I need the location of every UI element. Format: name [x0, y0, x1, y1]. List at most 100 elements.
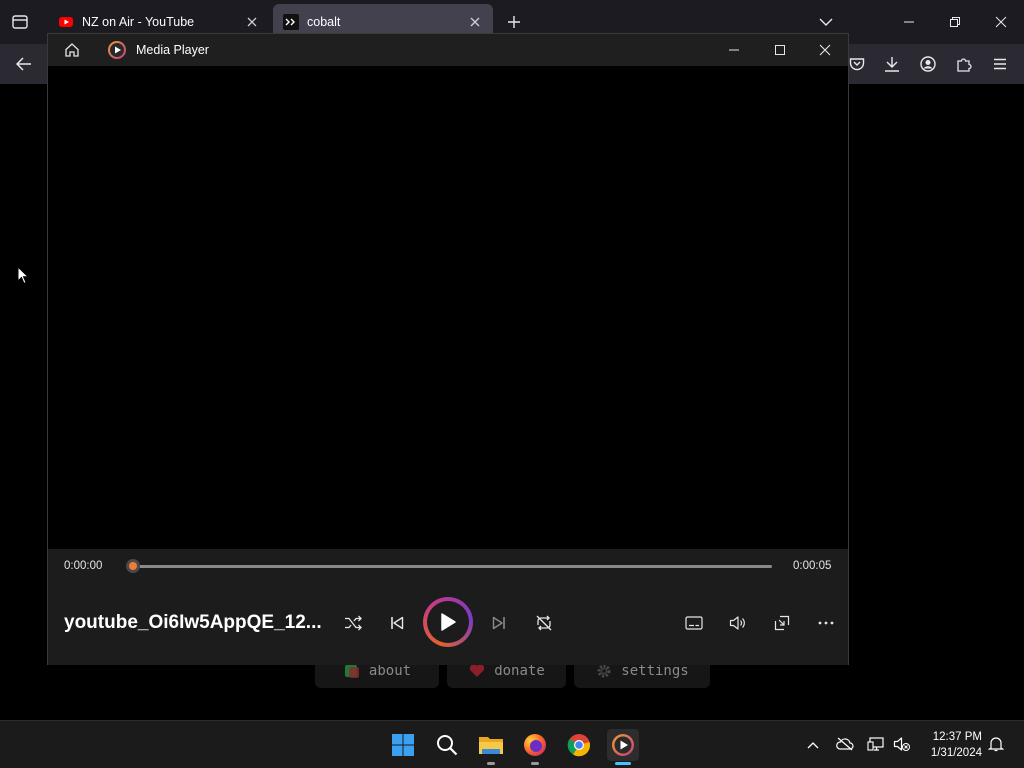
mouse-cursor-icon: [17, 266, 29, 285]
media-player-window: Media Player 0:00:00 0:00:05 youtube_Oi6…: [47, 33, 849, 665]
file-explorer-button[interactable]: [475, 729, 507, 765]
settings-label: settings: [621, 663, 689, 679]
download-icon: [885, 57, 899, 72]
restore-icon: [950, 17, 960, 27]
running-indicator: [531, 762, 539, 765]
onedrive-button[interactable]: [835, 735, 855, 753]
firefox-button[interactable]: [519, 729, 551, 765]
home-icon: [65, 43, 79, 57]
seek-bar[interactable]: [132, 565, 772, 568]
search-icon: [437, 735, 458, 756]
pocket-button[interactable]: [846, 54, 868, 74]
list-all-tabs-button[interactable]: [816, 12, 836, 32]
chevron-down-icon: [819, 18, 833, 26]
close-tab-icon[interactable]: [244, 14, 260, 30]
more-icon: [818, 621, 834, 625]
close-icon: [995, 16, 1007, 28]
player-title-bar: Media Player: [48, 34, 848, 66]
downloads-button[interactable]: [881, 54, 903, 74]
skip-previous-icon: [391, 616, 404, 630]
play-icon: [441, 613, 456, 631]
notifications-button[interactable]: [987, 735, 1005, 753]
chrome-button[interactable]: [563, 729, 595, 761]
youtube-icon: [59, 17, 73, 27]
browser-minimize-button[interactable]: [898, 12, 920, 32]
system-clock[interactable]: 12:37 PM 1/31/2024: [931, 729, 982, 761]
active-indicator: [615, 762, 631, 765]
running-indicator: [487, 762, 495, 765]
media-player-app-icon: [108, 41, 126, 59]
minimize-icon: [729, 49, 739, 51]
player-close-button[interactable]: [809, 34, 841, 66]
repeat-off-icon: [536, 615, 552, 631]
taskbar: 12:37 PM 1/31/2024: [0, 720, 1024, 768]
back-arrow-icon: [16, 57, 31, 71]
maximize-icon: [775, 45, 785, 55]
account-button[interactable]: [917, 54, 939, 74]
network-icon: [867, 737, 884, 751]
minimize-icon: [904, 21, 914, 23]
previous-button[interactable]: [381, 607, 413, 639]
close-tab-icon[interactable]: [467, 14, 483, 30]
back-button[interactable]: [12, 54, 36, 74]
plus-icon: [508, 16, 520, 28]
hamburger-icon: [994, 58, 1006, 70]
media-player-app-icon: [612, 734, 634, 756]
start-button[interactable]: [387, 729, 419, 761]
browser-restore-button[interactable]: [944, 12, 966, 32]
chrome-icon: [567, 734, 591, 757]
total-time: 0:00:05: [793, 560, 832, 572]
puzzle-icon: [957, 58, 972, 72]
volume-icon: [729, 616, 745, 630]
media-player-taskbar-button[interactable]: [607, 729, 639, 765]
play-button-inner: [427, 601, 469, 643]
search-button[interactable]: [431, 729, 463, 761]
mini-player-button[interactable]: [766, 607, 798, 639]
volume-tray-button[interactable]: [892, 735, 912, 753]
new-tab-button[interactable]: [504, 12, 524, 32]
player-app-title: Media Player: [136, 43, 209, 57]
current-time: 0:00:00: [64, 560, 103, 572]
folder-icon: [479, 737, 503, 754]
chevron-up-icon: [807, 742, 819, 749]
firefox-icon: [524, 734, 546, 756]
clock-date: 1/31/2024: [930, 747, 982, 759]
network-button[interactable]: [866, 735, 886, 753]
tab-list-button[interactable]: [8, 12, 32, 32]
more-options-button[interactable]: [810, 607, 842, 639]
browser-close-button[interactable]: [990, 12, 1012, 32]
player-maximize-button[interactable]: [764, 34, 796, 66]
play-button[interactable]: [423, 597, 473, 647]
bell-icon: [988, 737, 1004, 752]
close-icon: [819, 44, 831, 56]
mini-player-icon: [774, 615, 790, 631]
donate-label: donate: [494, 663, 545, 679]
subtitles-button[interactable]: [678, 607, 710, 639]
about-label: about: [368, 663, 412, 679]
seek-thumb[interactable]: [126, 559, 140, 573]
pocket-icon: [849, 58, 865, 71]
windows-icon: [392, 734, 414, 756]
clock-time: 12:37 PM: [932, 731, 982, 743]
cobalt-icon: [283, 14, 299, 30]
next-button[interactable]: [483, 607, 515, 639]
cloud-offline-icon: [836, 737, 854, 751]
video-area[interactable]: [48, 66, 848, 549]
account-icon: [920, 56, 936, 72]
tab-title: NZ on Air - YouTube: [82, 15, 195, 29]
menu-button[interactable]: [989, 54, 1011, 74]
media-title: youtube_Oi6Iw5AppQE_12...: [64, 612, 322, 633]
shuffle-icon: [345, 615, 362, 631]
tab-title: cobalt: [307, 15, 341, 29]
home-button[interactable]: [56, 34, 88, 66]
repeat-button[interactable]: [528, 607, 560, 639]
show-hidden-icons-button[interactable]: [804, 737, 822, 753]
extensions-button[interactable]: [953, 54, 975, 74]
player-minimize-button[interactable]: [718, 34, 750, 66]
shuffle-button[interactable]: [337, 607, 369, 639]
volume-muted-icon: [893, 737, 910, 751]
skip-next-icon: [492, 616, 505, 630]
tab-list-icon: [12, 15, 28, 29]
volume-button[interactable]: [722, 607, 754, 639]
captions-icon: [685, 616, 703, 630]
